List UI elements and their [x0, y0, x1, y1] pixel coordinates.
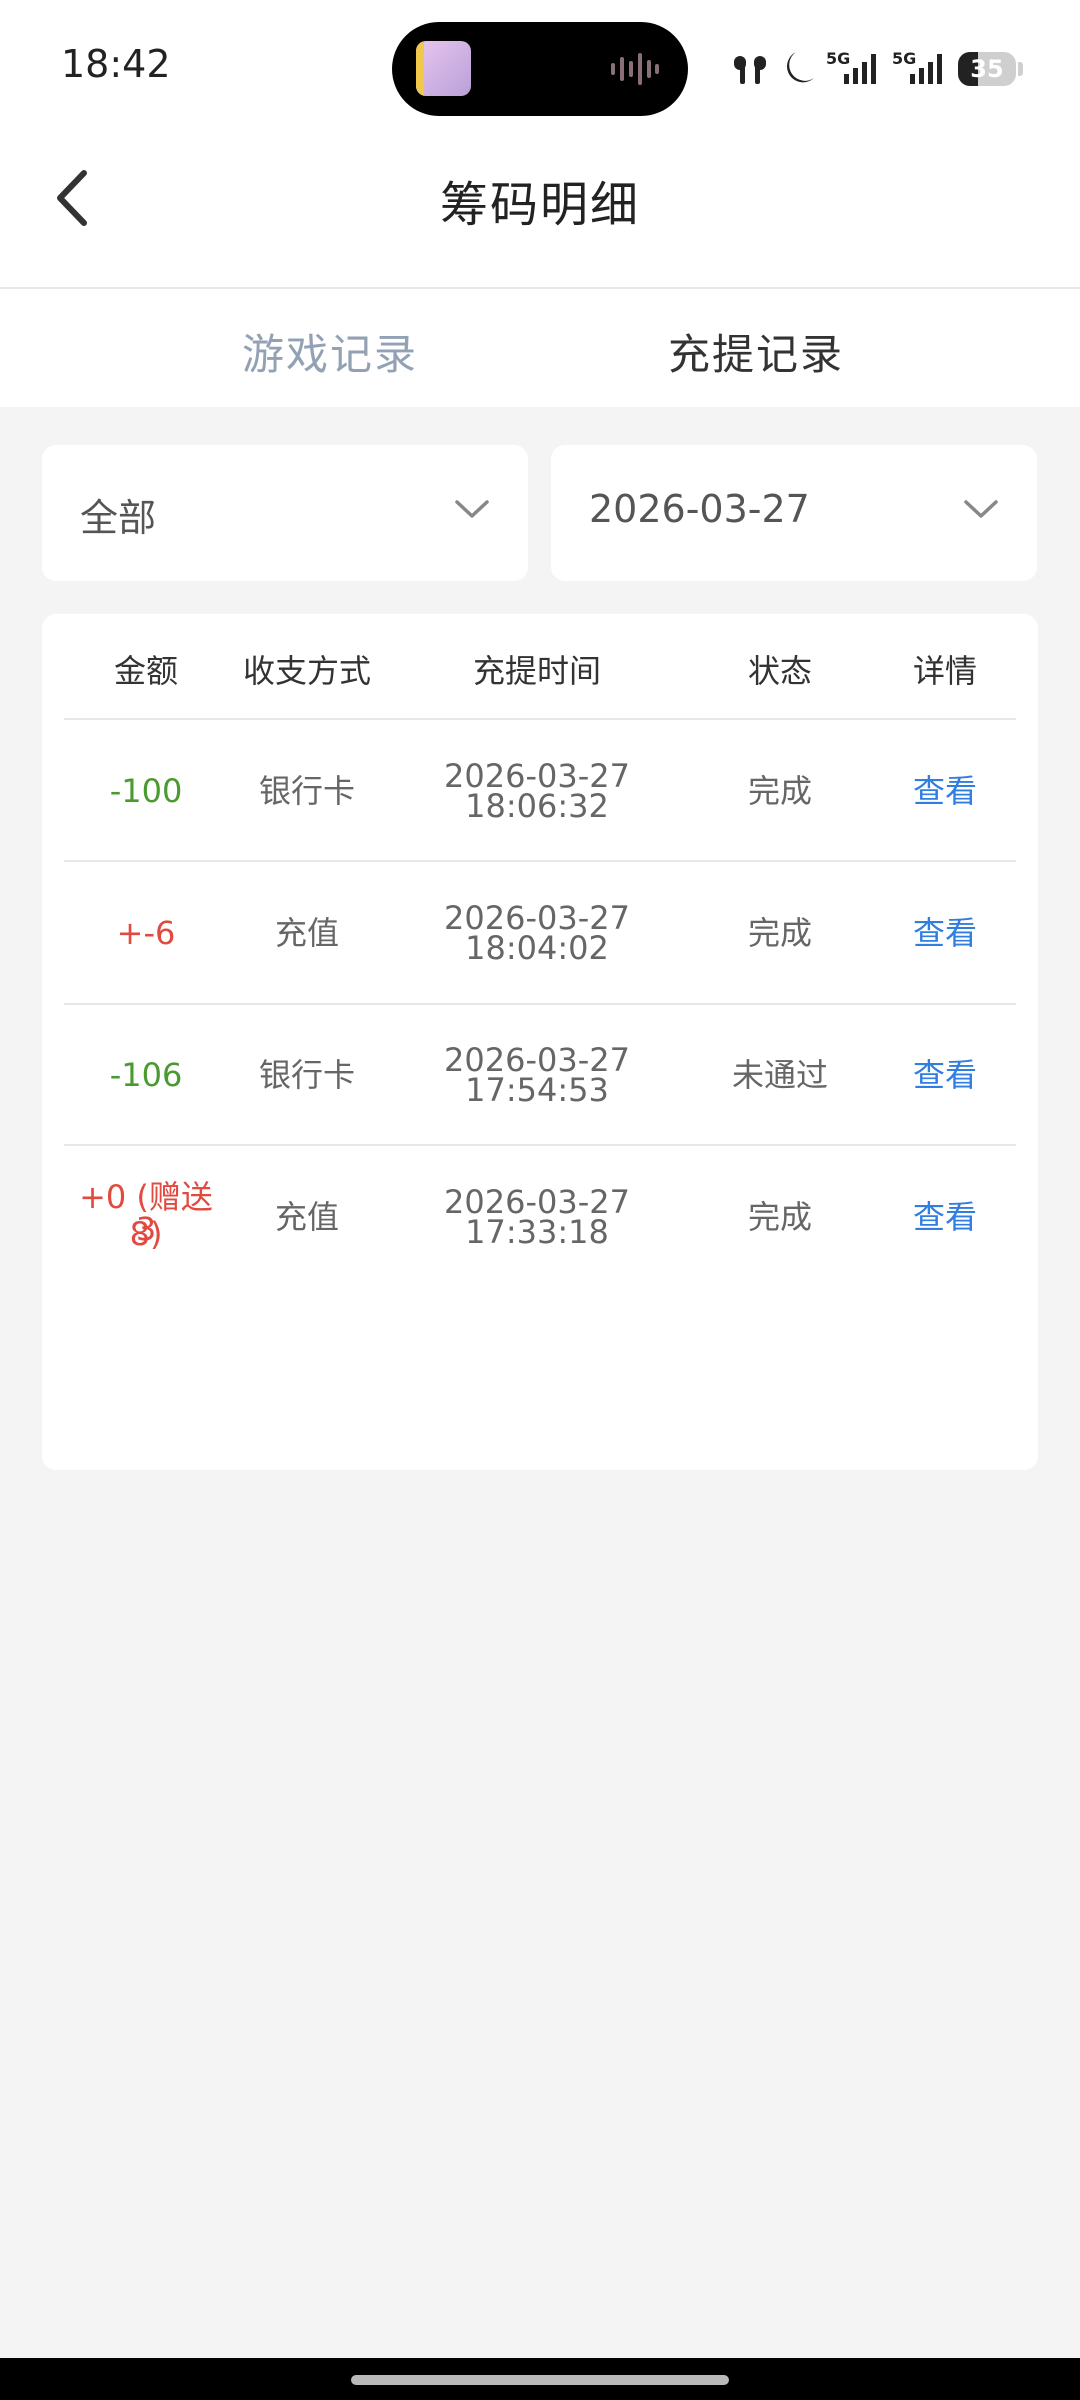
row-3-method: 银行卡 — [258, 1056, 355, 1094]
chevron-down-icon — [455, 500, 489, 518]
row-1-amount: -100 — [109, 772, 183, 810]
row-2-status: 完成 — [747, 914, 812, 952]
home-indicator[interactable] — [351, 2375, 729, 2385]
header-status: 状态 — [747, 652, 812, 690]
album-art-icon — [416, 41, 471, 96]
row-divider — [64, 1144, 1016, 1146]
row-1-method: 银行卡 — [258, 772, 355, 810]
type-filter-value: 全部 — [80, 496, 157, 540]
audio-wave-icon — [611, 53, 659, 85]
row-4-time: 17:33:18 — [465, 1213, 609, 1251]
row-1-status: 完成 — [747, 772, 812, 810]
type-filter-dropdown[interactable]: 全部 — [42, 445, 528, 581]
header-amount: 金额 — [113, 652, 178, 690]
chevron-down-icon — [964, 500, 998, 518]
row-4-method: 充值 — [274, 1198, 339, 1236]
row-4-view-link[interactable]: 查看 — [880, 1201, 1010, 1233]
row-divider — [64, 1003, 1016, 1005]
row-divider — [64, 718, 1016, 720]
row-3-view-link[interactable]: 查看 — [880, 1059, 1010, 1091]
row-3-status: 未通过 — [731, 1056, 828, 1094]
header-method: 收支方式 — [242, 652, 371, 690]
svg-text:5G: 5G — [826, 49, 850, 68]
row-2-view-link[interactable]: 查看 — [880, 917, 1010, 949]
earbuds-icon — [734, 56, 766, 84]
battery-tip — [1018, 62, 1023, 76]
row-2-amount: +-6 — [116, 914, 176, 952]
page-title: 筹码明细 — [439, 177, 640, 233]
row-divider — [64, 860, 1016, 862]
dynamic-island[interactable] — [392, 22, 688, 116]
nav-bar: 筹码明细 — [0, 135, 1080, 289]
row-1-time: 18:06:32 — [465, 787, 609, 825]
header-detail: 详情 — [912, 652, 977, 690]
row-4-status: 完成 — [747, 1198, 812, 1236]
status-bar: 18:42 5G 5G 35 — [0, 0, 1080, 135]
row-3-amount: -106 — [109, 1056, 183, 1094]
row-2-time: 18:04:02 — [465, 929, 609, 967]
tab-deposit-withdraw-records[interactable]: 充提记录 — [668, 321, 844, 382]
row-2-method: 充值 — [274, 914, 339, 952]
date-filter-value: 2026-03-27 — [589, 487, 810, 531]
battery-icon: 35 — [958, 52, 1016, 86]
status-time: 18:42 — [61, 42, 171, 86]
tab-bar: 游戏记录 充提记录 — [0, 289, 1080, 407]
battery-level: 35 — [970, 55, 1004, 83]
row-1-view-link[interactable]: 查看 — [880, 775, 1010, 807]
header-time: 充提时间 — [472, 652, 601, 690]
svg-text:5G: 5G — [892, 49, 916, 68]
date-filter-dropdown[interactable]: 2026-03-27 — [551, 445, 1037, 581]
moon-icon — [786, 52, 814, 83]
row-4-amount-line2: 8) — [129, 1215, 163, 1253]
tab-game-records[interactable]: 游戏记录 — [242, 321, 418, 382]
row-3-time: 17:54:53 — [465, 1071, 609, 1109]
